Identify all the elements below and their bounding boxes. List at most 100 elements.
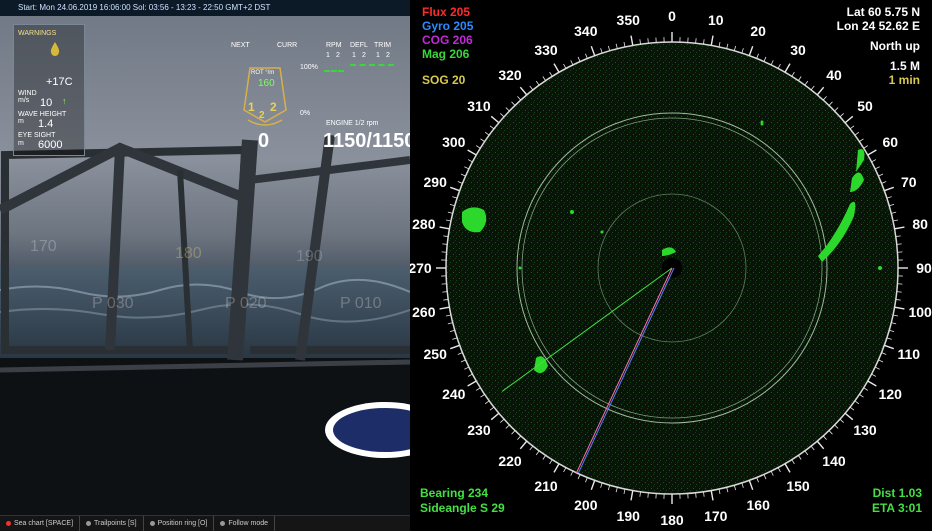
heading-mark: 170 xyxy=(30,238,57,255)
compass-label: 80 xyxy=(912,216,928,232)
bearing-readout: Bearing 234 xyxy=(420,486,488,500)
wave-label: WAVE HEIGHT xyxy=(18,111,67,118)
compass-tick xyxy=(647,492,649,498)
latitude-readout: Lat 60 5.75 N xyxy=(847,5,920,19)
radar-echo xyxy=(518,266,522,270)
compass-label: 30 xyxy=(790,42,806,58)
eye-sight-unit: m xyxy=(18,140,24,147)
gear-left: 1 xyxy=(248,100,255,114)
compass-label: 230 xyxy=(467,422,491,438)
compass-tick xyxy=(896,291,902,293)
radar-echo xyxy=(760,122,764,126)
percent-100: 100% xyxy=(300,64,318,71)
percent-0: 0% xyxy=(300,110,311,117)
compass-label: 170 xyxy=(704,508,728,524)
compass-label: 10 xyxy=(708,12,724,28)
bridge-view: Start: Mon 24.06.2019 16:06:00 Sol: 03:5… xyxy=(0,0,410,531)
compass-label: 50 xyxy=(857,98,873,114)
warning-droplet-icon xyxy=(50,42,60,56)
trail-readout[interactable]: 1 min xyxy=(889,73,920,87)
status-dot-icon xyxy=(149,520,155,526)
wind-unit: m/s xyxy=(18,97,30,104)
compass-label: 350 xyxy=(617,12,641,28)
compass-label: 310 xyxy=(467,98,491,114)
trim-label: TRIM xyxy=(374,42,392,49)
compass-label: 260 xyxy=(412,304,436,320)
radar-echo xyxy=(600,230,604,234)
status-dot-icon xyxy=(220,520,226,526)
compass-label: 150 xyxy=(786,478,810,494)
curr-label: CURR xyxy=(277,42,298,49)
compass-label: 70 xyxy=(901,174,917,190)
rpm-bar xyxy=(324,70,344,72)
compass-label: 130 xyxy=(853,422,877,438)
compass-tick xyxy=(442,243,448,245)
range-readout[interactable]: 1.5 M xyxy=(890,59,920,73)
compass-label: 240 xyxy=(442,386,466,402)
sideangle-readout: Sideangle S 29 xyxy=(420,501,505,515)
bearing-mark: P 010 xyxy=(340,295,382,312)
trim-col-2: 2 xyxy=(386,52,390,59)
compass-label: 60 xyxy=(882,134,898,150)
warnings-label: WARNINGS xyxy=(18,30,57,37)
status-dot-icon xyxy=(6,520,11,526)
compass-label: 200 xyxy=(574,497,598,513)
radar-echo xyxy=(878,266,882,270)
compass-tick xyxy=(896,243,902,245)
defl-col-2: 2 xyxy=(362,52,366,59)
radar-display[interactable]: 0 10 20 30 40 50 60 70 80 90 100 110 120 130 140 150 160… xyxy=(410,0,932,531)
wind-label: WIND xyxy=(18,90,37,97)
compass-label: 280 xyxy=(412,216,436,232)
sea xyxy=(0,268,410,358)
temperature-value: +17C xyxy=(46,76,73,88)
engine-rpm-value: 1150/1150 xyxy=(323,130,410,152)
compass-label: 140 xyxy=(822,453,846,469)
heading-mark: 190 xyxy=(296,248,323,265)
compass-label: 250 xyxy=(424,346,448,362)
compass-label: 270 xyxy=(410,260,432,276)
compass-label: 40 xyxy=(826,67,842,83)
trim-col-1: 1 xyxy=(376,52,380,59)
compass-label: 100 xyxy=(908,304,932,320)
compass-label: 300 xyxy=(442,134,466,150)
position-ring-button[interactable]: Position ring [O] xyxy=(144,516,215,531)
compass-label: 0 xyxy=(668,8,676,24)
wind-value: 10 xyxy=(40,97,53,109)
wave-unit: m xyxy=(18,118,24,125)
compass-label: 160 xyxy=(747,497,771,513)
compass-label: 330 xyxy=(534,42,558,58)
eye-sight-value: 6000 xyxy=(38,139,63,151)
engine-label: ENGINE 1/2 rpm xyxy=(326,120,379,127)
orientation-readout[interactable]: North up xyxy=(870,39,920,53)
compass-label: 110 xyxy=(898,346,921,362)
eye-sight-label: EYE SIGHT xyxy=(18,132,56,139)
bottom-toolbar: Sea chart [SPACE] Trailpoints [S] Positi… xyxy=(0,515,410,531)
heading-mark: 180 xyxy=(175,245,202,262)
compass-label: 20 xyxy=(750,23,766,39)
sea-chart-button[interactable]: Sea chart [SPACE] xyxy=(0,516,81,531)
follow-mode-button[interactable]: Follow mode xyxy=(214,516,276,531)
trailpoints-button[interactable]: Trailpoints [S] xyxy=(80,516,144,531)
rpm-col-2: 2 xyxy=(336,52,340,59)
defl-label: DEFL xyxy=(350,42,368,49)
rpm-col-1: 1 xyxy=(326,52,330,59)
compass-label: 210 xyxy=(534,478,558,494)
sog-readout: SOG 20 xyxy=(422,73,466,87)
cog-readout: COG 206 xyxy=(422,33,473,47)
compass-label: 340 xyxy=(574,23,598,39)
compass-tick xyxy=(695,492,697,498)
status-dot-icon xyxy=(86,520,92,526)
wave-value: 1.4 xyxy=(38,118,54,130)
eta-readout: ETA 3:01 xyxy=(872,501,922,515)
gear-right: 2 xyxy=(270,100,277,114)
mag-readout: Mag 206 xyxy=(422,47,470,61)
compass-label: 190 xyxy=(617,508,641,524)
rot-value: 160 xyxy=(258,78,275,89)
compass-label: 120 xyxy=(879,386,903,402)
bearing-mark: P 030 xyxy=(92,295,134,312)
compass-label: 290 xyxy=(424,174,448,190)
defl-trim-bar xyxy=(350,64,394,66)
distance-readout: Dist 1.03 xyxy=(873,486,923,500)
defl-col-1: 1 xyxy=(352,52,356,59)
rot-label: ROT °/m xyxy=(251,70,275,76)
